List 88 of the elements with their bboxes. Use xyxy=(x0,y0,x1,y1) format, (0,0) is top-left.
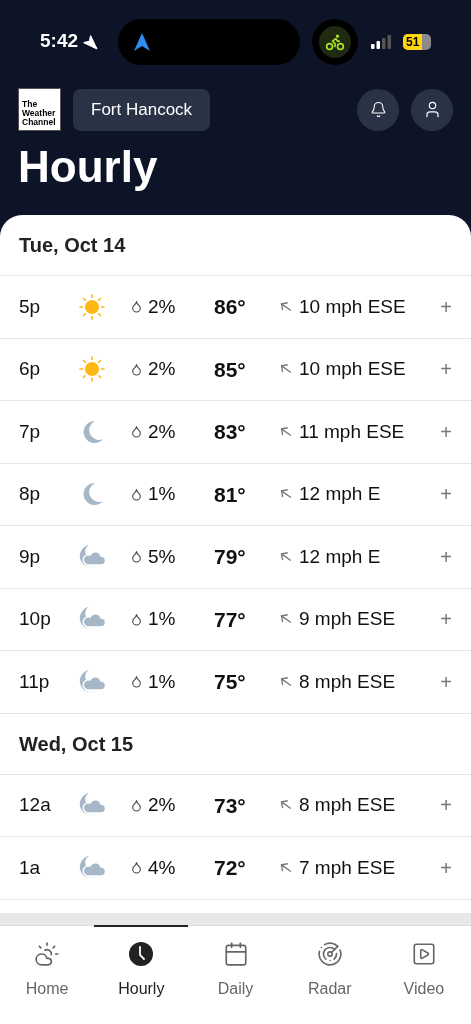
temperature: 83° xyxy=(213,419,247,445)
expand-toggle[interactable]: + xyxy=(440,479,471,510)
location-button[interactable]: Fort Hancock xyxy=(73,88,211,131)
precip-chance: 2% xyxy=(148,294,176,319)
wind-speed: 7 mph ESE xyxy=(299,855,396,880)
hour-label: 5p xyxy=(18,294,42,319)
precip-chance: 1% xyxy=(148,607,176,631)
wind-speed: 11 mph ESE xyxy=(299,419,405,444)
temperature: 77° xyxy=(213,606,247,633)
precip-chance: 5% xyxy=(148,544,176,569)
navigation-arrow-icon xyxy=(134,32,151,51)
hourly-row[interactable]: 10p 1% 77° 9 mph ESE + xyxy=(0,588,471,651)
precip-chance: 2% xyxy=(148,793,176,817)
raindrop-icon xyxy=(130,861,143,875)
video-icon xyxy=(410,941,437,967)
sun-icon xyxy=(77,291,107,322)
tab[interactable]: Video xyxy=(376,925,471,1024)
status-time: 5:42 xyxy=(40,29,79,54)
hourly-row[interactable]: 1a 4% 72° 7 mph ESE + xyxy=(0,837,471,900)
expand-toggle[interactable]: + xyxy=(440,604,471,635)
tab[interactable]: Home xyxy=(0,925,95,1024)
expand-toggle[interactable]: + xyxy=(440,852,471,883)
weather-channel-logo: The Weather Channel xyxy=(18,88,61,131)
hour-label: 6p xyxy=(18,357,42,381)
temperature: 79° xyxy=(213,544,247,570)
raindrop-icon xyxy=(130,675,143,689)
raindrop-icon xyxy=(130,487,143,501)
wind-speed: 8 mph ESE xyxy=(299,669,396,694)
hour-label: 8p xyxy=(18,482,42,506)
expand-toggle[interactable]: + xyxy=(440,291,471,322)
temperature: 75° xyxy=(213,669,247,695)
hour-label: 7p xyxy=(18,419,42,444)
expand-toggle[interactable]: + xyxy=(440,416,471,447)
wind-speed: 12 mph E xyxy=(299,544,381,569)
sun-icon xyxy=(77,354,107,385)
page-title: Hourly xyxy=(17,141,159,193)
wind-speed: 10 mph ESE xyxy=(299,294,406,319)
clock-icon xyxy=(128,941,155,967)
precip-chance: 2% xyxy=(148,357,176,381)
hour-label: 1a xyxy=(18,855,42,880)
wind-speed: 8 mph ESE xyxy=(299,793,396,817)
temperature: 86° xyxy=(213,294,247,320)
wind-speed: 9 mph ESE xyxy=(299,607,396,631)
temperature: 81° xyxy=(213,481,247,508)
date-header: Tue, Oct 14 xyxy=(0,215,471,276)
precip-chance: 4% xyxy=(148,855,176,880)
temperature: 85° xyxy=(213,356,247,383)
date-header: Wed, Oct 15 xyxy=(0,713,471,775)
radar-icon xyxy=(316,941,343,967)
wind-speed: 10 mph ESE xyxy=(299,357,406,381)
hourly-row[interactable]: 6p 2% 85° 10 mph ESE + xyxy=(0,338,471,401)
battery-indicator: 51 xyxy=(403,33,431,50)
precip-chance: 1% xyxy=(148,482,176,506)
hour-label: 12a xyxy=(18,793,52,817)
raindrop-icon xyxy=(130,300,143,314)
location-arrow-icon xyxy=(82,33,99,50)
hour-label: 10p xyxy=(18,607,52,631)
notifications-icon xyxy=(369,101,387,118)
hourly-row[interactable]: 11p 1% 75° 8 mph ESE + xyxy=(0,651,471,714)
hourly-row[interactable]: 8p 1% 81° 12 mph E + xyxy=(0,463,471,526)
raindrop-icon xyxy=(130,550,143,564)
hour-label: 11p xyxy=(18,669,51,694)
expand-toggle[interactable]: + xyxy=(440,790,471,821)
hourly-row[interactable]: 12a 2% 73° 8 mph ESE + xyxy=(0,774,471,837)
hourly-row[interactable]: 9p 5% 79° 12 mph E + xyxy=(0,526,471,589)
precip-chance: 2% xyxy=(148,419,176,444)
notifications-button[interactable] xyxy=(357,88,399,131)
tab[interactable]: Hourly xyxy=(94,925,189,1024)
signal-icon xyxy=(371,34,391,49)
raindrop-icon xyxy=(130,612,143,626)
expand-toggle[interactable]: + xyxy=(440,541,471,572)
temperature: 72° xyxy=(213,855,247,881)
cloud-sun-icon xyxy=(34,941,61,967)
hourly-row[interactable]: 5p 2% 86° 10 mph ESE + xyxy=(0,276,471,339)
temperature: 73° xyxy=(213,792,247,819)
profile-button[interactable] xyxy=(411,88,453,131)
raindrop-icon xyxy=(130,362,143,376)
hourly-row[interactable]: 7p 2% 83° 11 mph ESE + xyxy=(0,401,471,464)
expand-toggle[interactable]: + xyxy=(440,666,471,697)
hour-label: 9p xyxy=(18,544,42,569)
raindrop-icon xyxy=(130,425,143,439)
precip-chance: 1% xyxy=(148,669,176,694)
wind-speed: 12 mph E xyxy=(299,482,381,506)
expand-toggle[interactable]: + xyxy=(440,354,471,385)
tab[interactable]: Radar xyxy=(282,925,377,1024)
raindrop-icon xyxy=(130,798,143,812)
tab[interactable]: Daily xyxy=(188,925,283,1024)
calendar-icon xyxy=(222,941,249,967)
